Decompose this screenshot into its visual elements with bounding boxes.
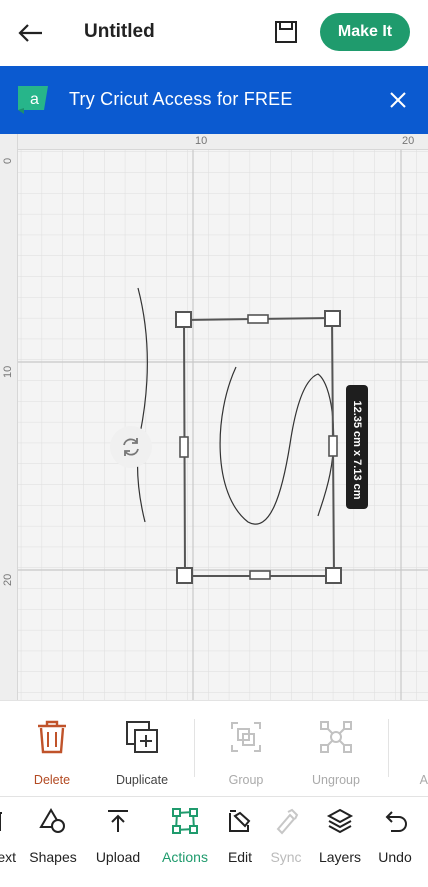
nav-layers[interactable]: Layers (314, 807, 366, 867)
ungroup-button[interactable]: Ungroup (296, 719, 376, 789)
nav-sync[interactable]: Sync (266, 807, 306, 867)
banner-close-button[interactable] (386, 88, 410, 112)
make-it-button[interactable]: Make It (320, 13, 410, 51)
arrow-left-icon (18, 24, 42, 42)
duplicate-icon (126, 721, 158, 753)
attach-label: A (419, 773, 428, 787)
rotate-icon (123, 438, 139, 456)
nav-actions[interactable]: Actions (154, 807, 216, 867)
nav-actions-label: Actions (162, 849, 208, 865)
trash-icon (38, 720, 66, 754)
page-title: Untitled (84, 21, 155, 42)
nav-undo-label: Undo (378, 849, 412, 865)
group-label: Group (228, 773, 264, 787)
dimension-badge: 12.35 cm x 7.13 cm (346, 385, 368, 509)
nav-upload-label: Upload (95, 849, 141, 865)
promo-banner[interactable]: a Try Cricut Access for FREE (0, 66, 428, 134)
shapes-icon (39, 808, 65, 833)
duplicate-button[interactable]: Duplicate (102, 719, 182, 789)
nav-edit[interactable]: Edit (222, 807, 258, 867)
divider (194, 719, 195, 777)
svg-text:a: a (30, 91, 39, 108)
text-icon (0, 812, 2, 831)
actions-icon (172, 808, 198, 834)
bottom-nav: ext Shapes Upload Actions Edit Sync Laye… (0, 796, 428, 887)
top-bar: Untitled Make It (0, 0, 428, 66)
nav-text-label: ext (0, 849, 16, 865)
actions-panel: Delete Duplicate Group Ungroup A (0, 700, 428, 796)
banner-text: Try Cricut Access for FREE (69, 89, 293, 109)
design-canvas[interactable]: 10 20 0 10 20 12.35 cm x 7.13 cm (0, 134, 428, 700)
group-icon (231, 722, 261, 752)
dimension-label: 12.35 cm x 7.13 cm (351, 400, 363, 500)
back-button[interactable] (14, 17, 46, 49)
nav-layers-label: Layers (318, 849, 362, 865)
delete-button[interactable]: Delete (12, 719, 92, 789)
nav-upload[interactable]: Upload (90, 807, 146, 867)
delete-label: Delete (33, 773, 71, 787)
edit-icon (229, 810, 251, 832)
upload-icon (108, 810, 128, 832)
layers-icon (326, 808, 354, 834)
rotate-handle[interactable] (110, 426, 152, 468)
nav-edit-label: Edit (227, 849, 253, 865)
ungroup-label: Ungroup (312, 773, 360, 787)
nav-shapes-label: Shapes (29, 849, 77, 865)
group-button[interactable]: Group (206, 719, 286, 789)
save-button[interactable] (274, 20, 298, 44)
ungroup-icon (320, 721, 352, 753)
save-icon (275, 21, 297, 43)
cricut-access-logo: a (14, 84, 52, 114)
duplicate-label: Duplicate (115, 773, 169, 787)
undo-icon (385, 811, 407, 832)
nav-undo[interactable]: Undo (374, 807, 416, 867)
nav-text[interactable]: ext (0, 807, 16, 867)
attach-button[interactable]: A (386, 719, 428, 789)
close-icon (390, 92, 406, 108)
sync-pen-icon (276, 808, 299, 835)
nav-sync-label: Sync (270, 849, 302, 865)
nav-shapes[interactable]: Shapes (24, 807, 82, 867)
